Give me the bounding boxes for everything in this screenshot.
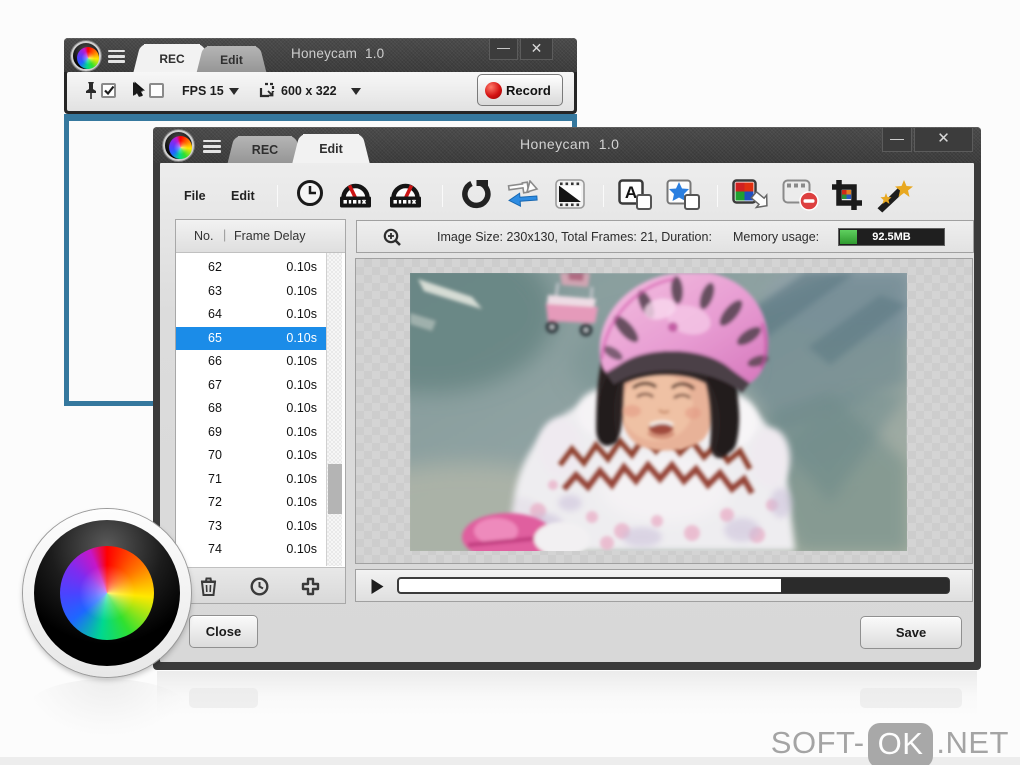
svg-text:A: A [625,183,637,202]
